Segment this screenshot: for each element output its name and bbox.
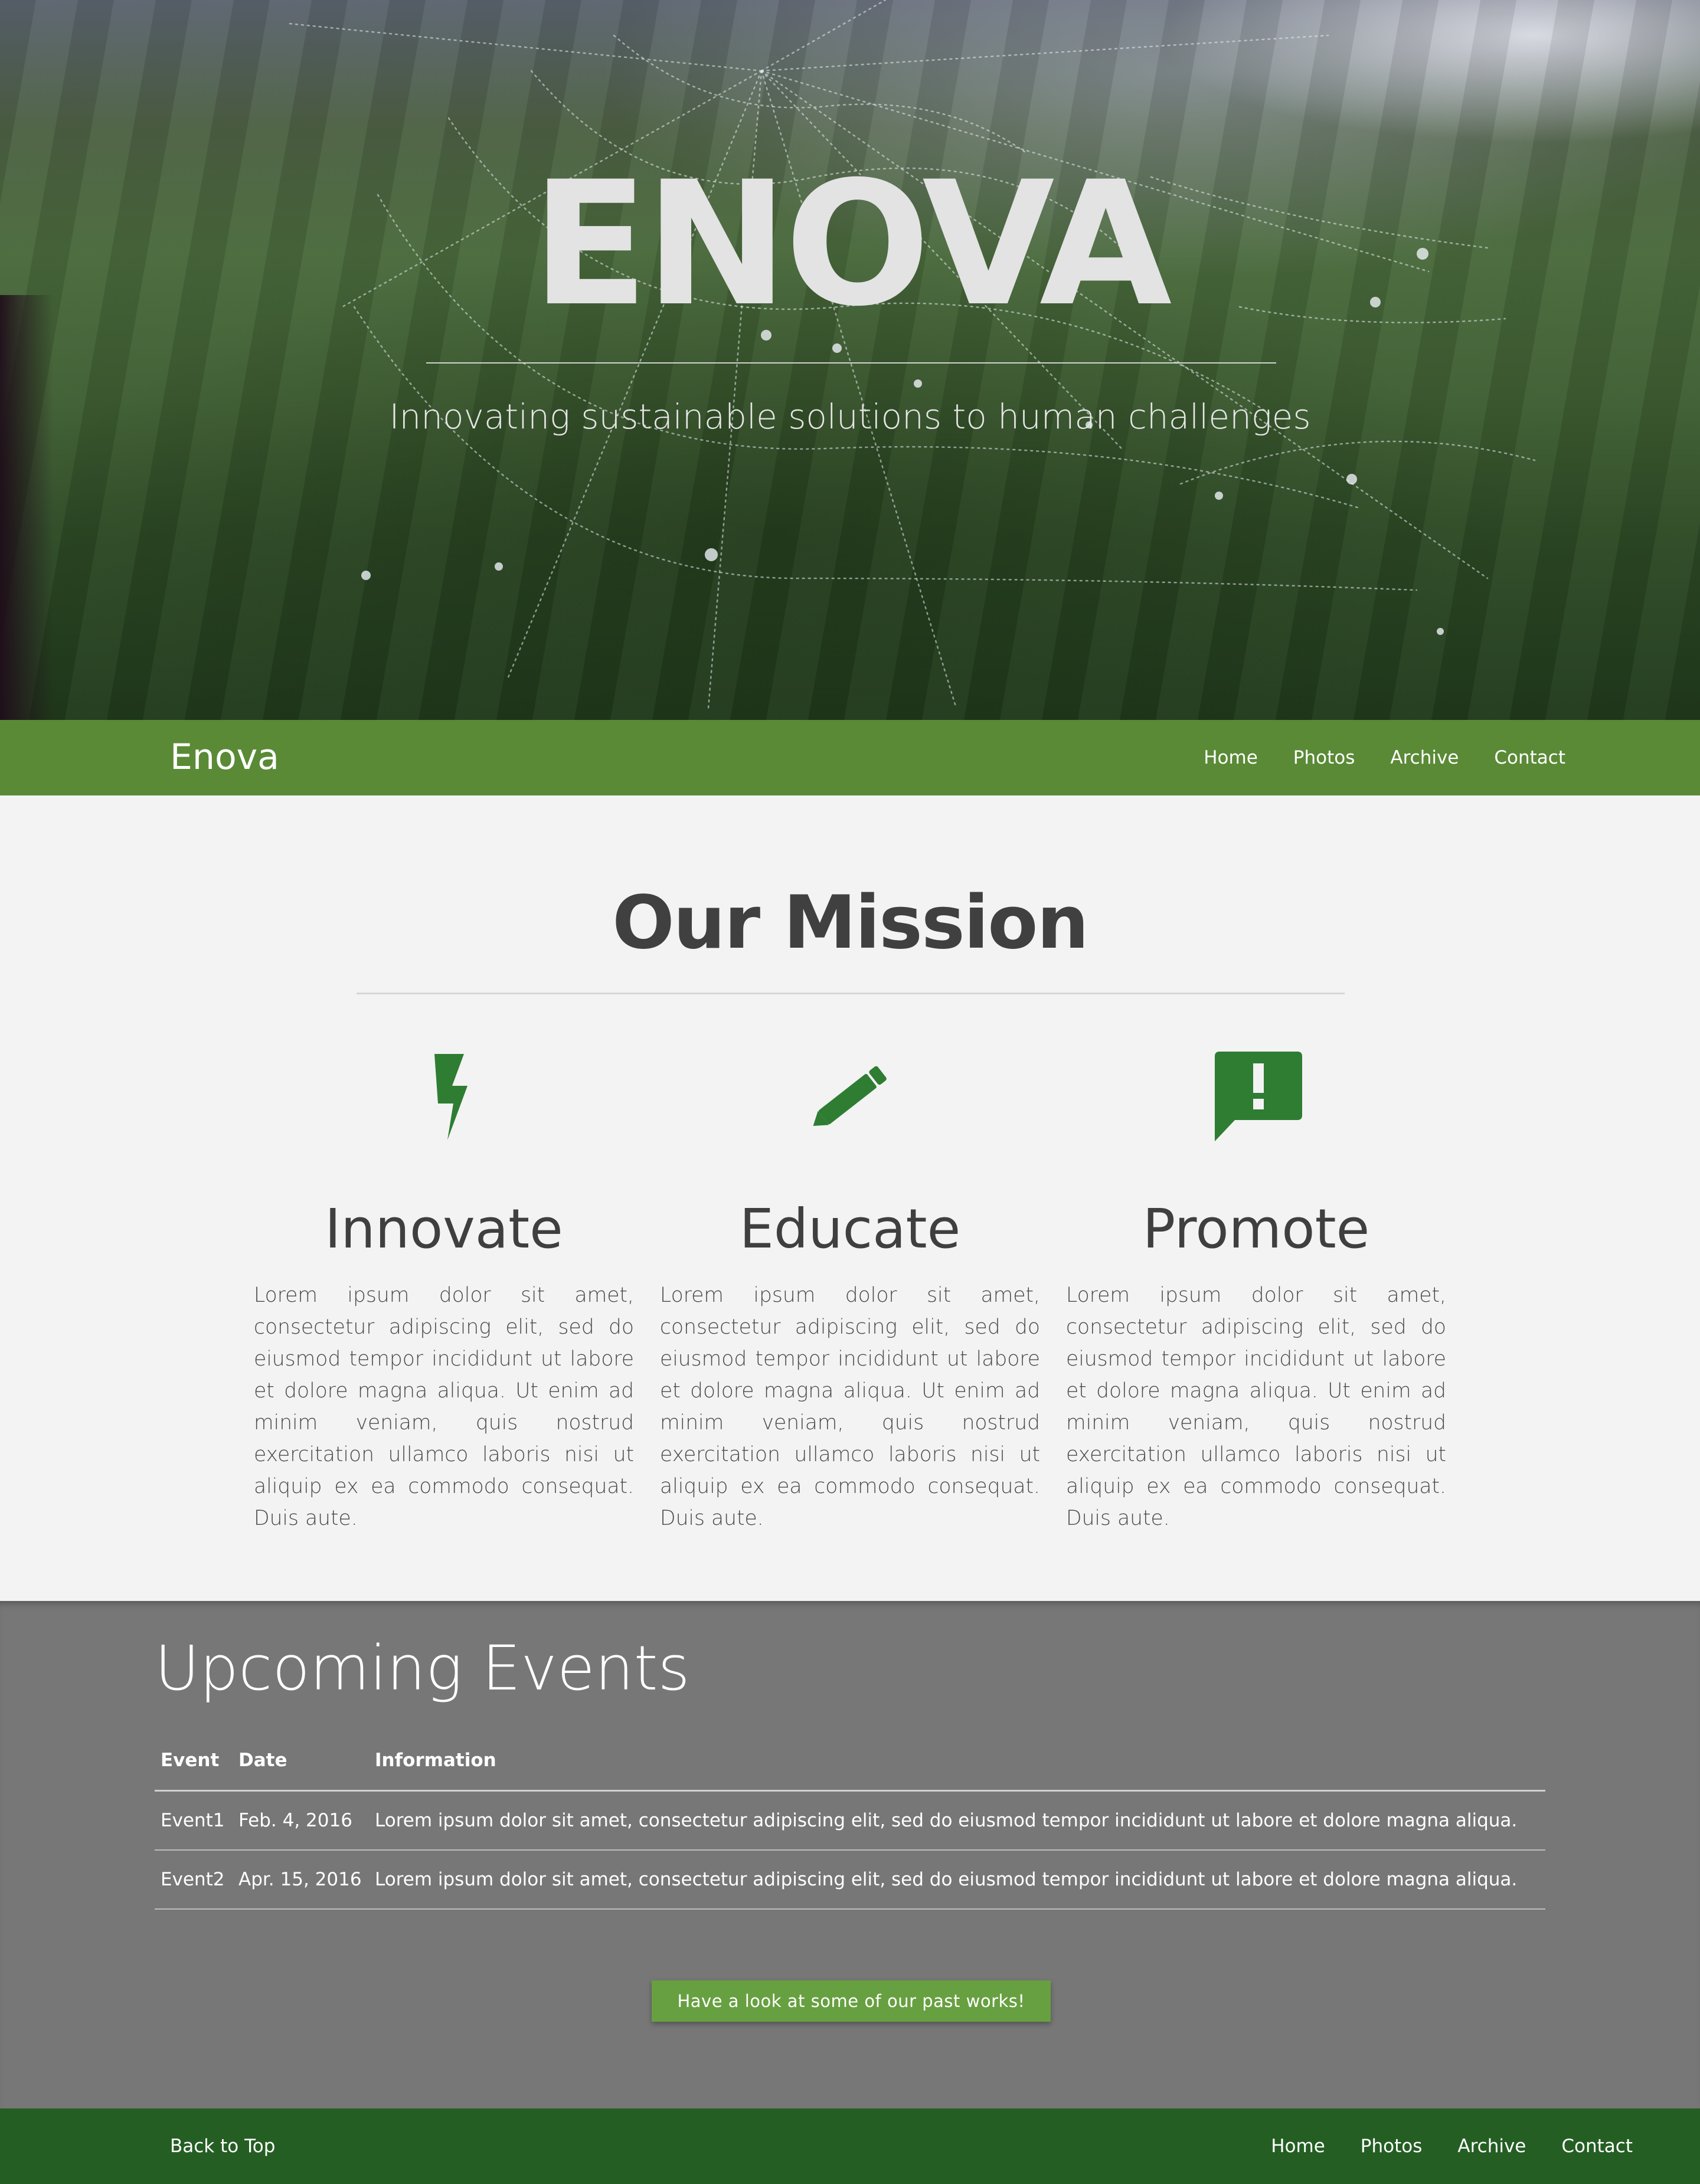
navbar-brand[interactable]: Enova xyxy=(170,735,279,780)
footer-link-photos[interactable]: Photos xyxy=(1361,2136,1423,2157)
site-footer: Back to Top Home Photos Archive Contact xyxy=(0,2108,1700,2184)
table-header-event: Event xyxy=(155,1731,233,1792)
feedback-alert-icon xyxy=(1066,1049,1446,1144)
table-header-row: Event Date Information xyxy=(155,1731,1545,1792)
event-info-cell: Lorem ipsum dolor sit amet, consectetur … xyxy=(369,1850,1545,1910)
table-row: Event1 Feb. 4, 2016 Lorem ipsum dolor si… xyxy=(155,1790,1545,1851)
main-navbar: Enova Home Photos Archive Contact xyxy=(0,720,1700,795)
spider-web-illustration xyxy=(288,0,1536,709)
mission-divider xyxy=(357,993,1345,994)
hero-banner: ENOVA Innovating sustainable solutions t… xyxy=(0,0,1700,720)
column-title: Promote xyxy=(1142,1197,1370,1260)
events-table: Event Date Information Event1 Feb. 4, 20… xyxy=(155,1731,1545,1910)
nav-link-home[interactable]: Home xyxy=(1204,747,1258,768)
column-text: Lorem ipsum dolor sit amet, consectetur … xyxy=(660,1283,1040,1530)
event-date-cell: Apr. 15, 2016 xyxy=(233,1850,369,1910)
hero-title: ENOVA xyxy=(531,145,1172,344)
event-name-cell: Event2 xyxy=(155,1850,233,1910)
hero-subtitle: Innovating sustainable solutions to huma… xyxy=(389,397,1311,437)
column-title: Innovate xyxy=(325,1197,563,1260)
event-name-cell: Event1 xyxy=(155,1790,233,1851)
navbar-links: Home Photos Archive Contact xyxy=(1204,720,1565,795)
footer-links: Home Photos Archive Contact xyxy=(1271,2108,1633,2184)
event-info-cell: Lorem ipsum dolor sit amet, consectetur … xyxy=(369,1790,1545,1851)
hero-left-shadow xyxy=(0,295,53,720)
table-header-date: Date xyxy=(233,1731,369,1792)
pencil-icon xyxy=(660,1049,1040,1144)
event-date-cell: Feb. 4, 2016 xyxy=(233,1790,369,1851)
column-text: Lorem ipsum dolor sit amet, consectetur … xyxy=(254,1283,634,1530)
column-title: Educate xyxy=(739,1197,961,1260)
column-text: Lorem ipsum dolor sit amet, consectetur … xyxy=(1066,1283,1446,1530)
back-to-top-link[interactable]: Back to Top xyxy=(170,2108,275,2184)
nav-link-photos[interactable]: Photos xyxy=(1293,747,1355,768)
lightning-bolt-icon xyxy=(254,1049,634,1144)
nav-link-archive[interactable]: Archive xyxy=(1390,747,1459,768)
footer-link-home[interactable]: Home xyxy=(1271,2136,1325,2157)
mission-title: Our Mission xyxy=(612,880,1089,965)
footer-link-archive[interactable]: Archive xyxy=(1457,2136,1526,2157)
past-works-button[interactable]: Have a look at some of our past works! xyxy=(652,1980,1051,2022)
events-section: Upcoming Events Event Date Information E… xyxy=(0,1601,1700,2108)
nav-link-contact[interactable]: Contact xyxy=(1494,747,1565,768)
events-title: Upcoming Events xyxy=(155,1632,690,1704)
hero-divider xyxy=(426,362,1276,364)
table-header-information: Information xyxy=(369,1731,1545,1792)
footer-link-contact[interactable]: Contact xyxy=(1561,2136,1633,2157)
mission-section: Our Mission Innovate Lorem ipsum dolor s… xyxy=(0,795,1700,1601)
table-row: Event2 Apr. 15, 2016 Lorem ipsum dolor s… xyxy=(155,1850,1545,1910)
